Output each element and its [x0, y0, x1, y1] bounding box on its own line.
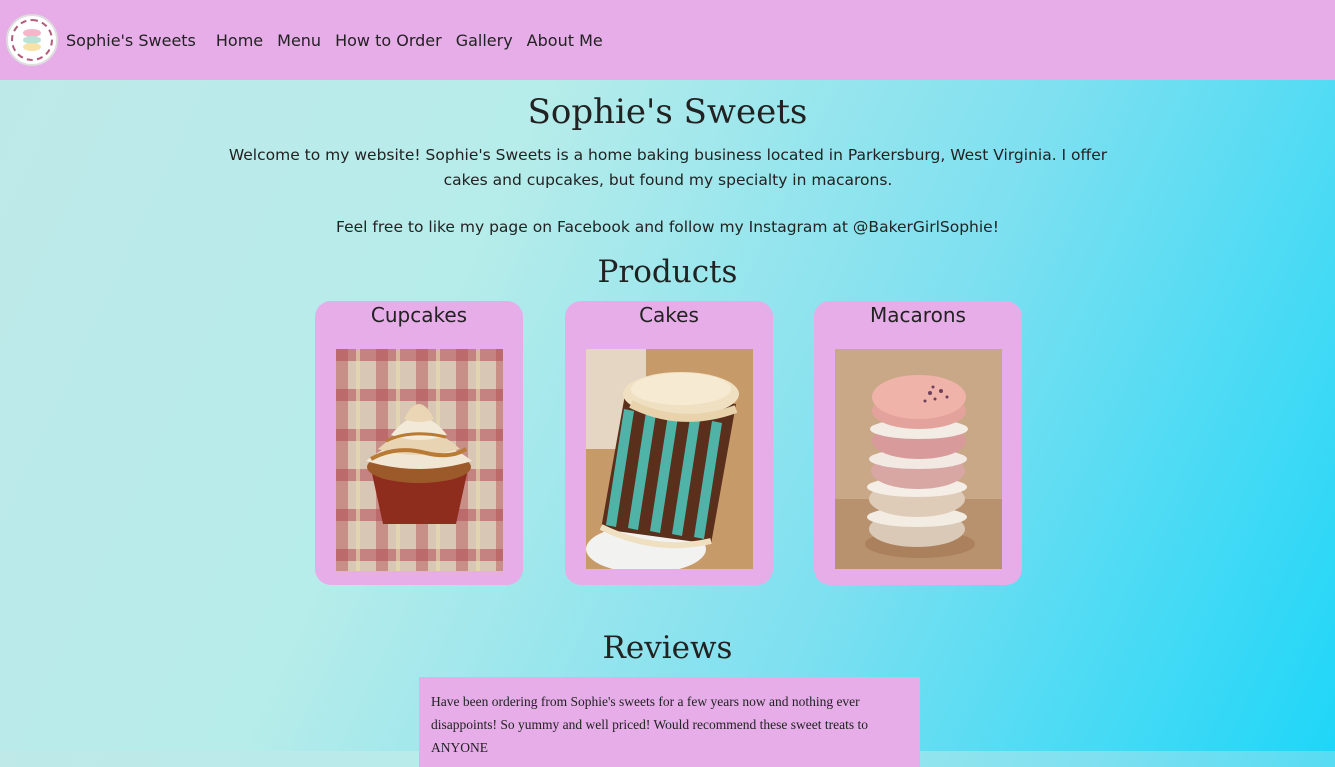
nav-link-menu[interactable]: Menu: [277, 31, 321, 50]
nav-link-gallery[interactable]: Gallery: [456, 31, 513, 50]
page-title: Sophie's Sweets: [527, 92, 808, 132]
macaron-photo: [835, 349, 1002, 569]
product-card-title: Macarons: [870, 303, 966, 327]
intro-paragraph: Welcome to my website! Sophie's Sweets i…: [228, 146, 1108, 189]
products-heading: Products: [597, 254, 738, 290]
macaron-stack-icon: [23, 29, 41, 51]
cupcake-photo: [336, 349, 503, 571]
review-card: Have been ordering from Sophie's sweets …: [419, 677, 920, 767]
product-card-title: Cupcakes: [370, 303, 468, 327]
brand-name-link[interactable]: Sophie's Sweets: [66, 31, 196, 50]
reviews-heading: Reviews: [602, 630, 733, 666]
product-card-cakes[interactable]: Cakes: [565, 301, 773, 585]
top-navbar: Sophie's Sweets Home Menu How to Order G…: [0, 0, 1335, 80]
brand-logo[interactable]: [6, 14, 58, 66]
product-card-cupcakes[interactable]: Cupcakes: [315, 301, 523, 585]
nav-link-home[interactable]: Home: [216, 31, 263, 50]
social-follow-text: Feel free to like my page on Facebook an…: [336, 218, 999, 236]
product-card-title: Cakes: [639, 303, 699, 327]
cake-photo: [586, 349, 753, 569]
product-card-macarons[interactable]: Macarons: [814, 301, 1022, 585]
nav-link-how-to-order[interactable]: How to Order: [335, 31, 442, 50]
review-text: Have been ordering from Sophie's sweets …: [431, 694, 868, 755]
nav-link-about-me[interactable]: About Me: [527, 31, 603, 50]
